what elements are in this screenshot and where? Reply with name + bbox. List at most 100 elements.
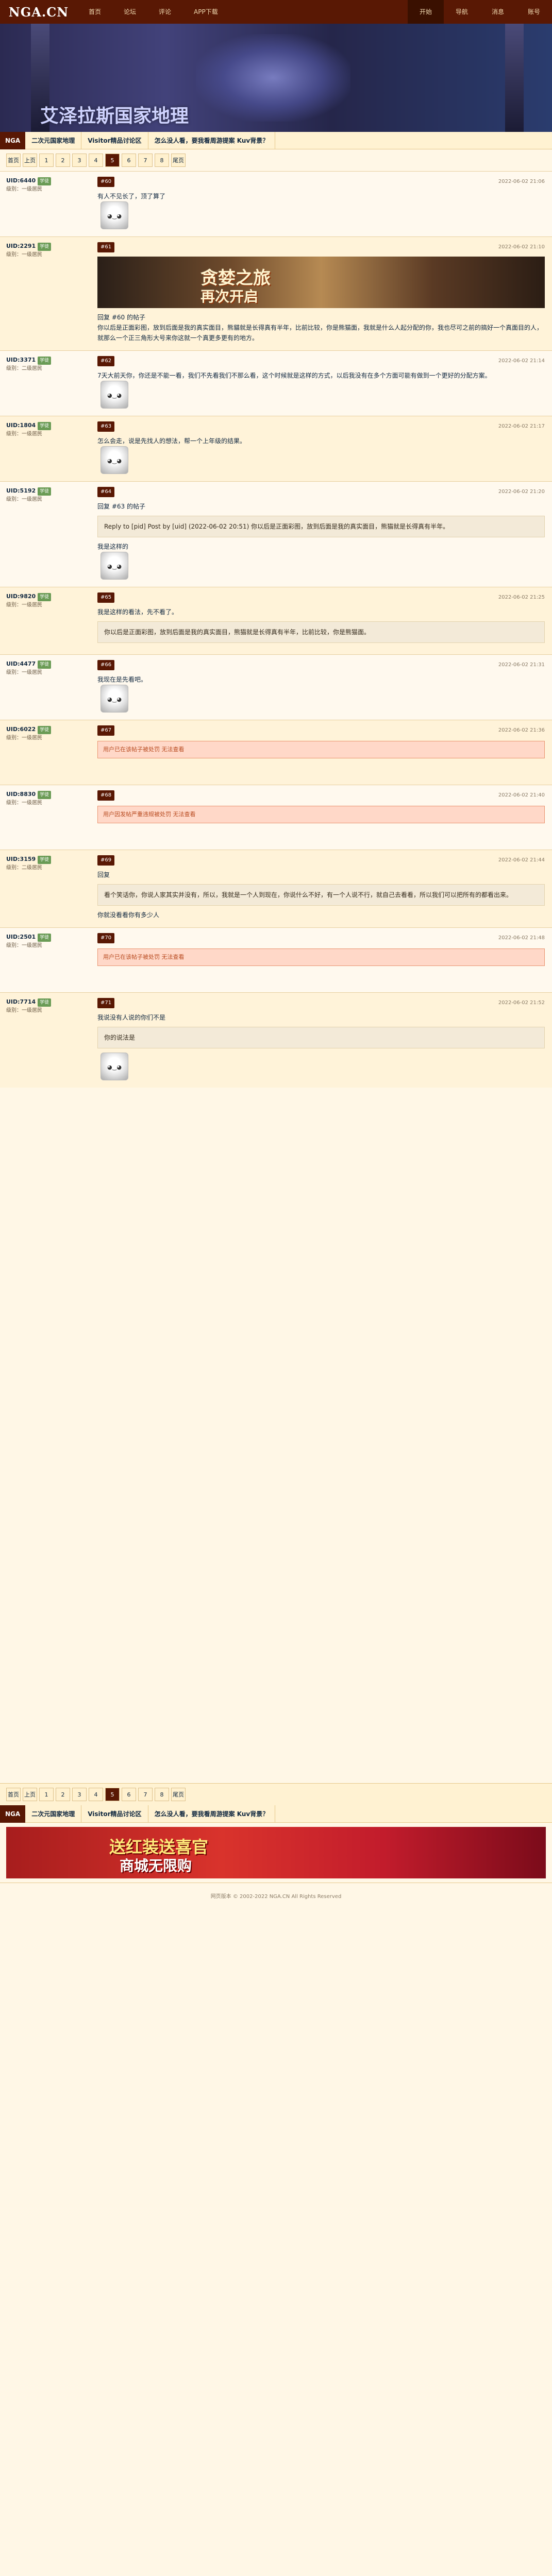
post-body: #67 2022-06-02 21:36 用户已在该帖子被处罚 无法查看 (90, 720, 552, 785)
floor-number[interactable]: #67 (97, 725, 115, 736)
post-author-panel: UID:9820 学徒 级别：一级居民 (0, 587, 90, 654)
author-name[interactable]: UID:5192 学徒 (6, 487, 84, 496)
author-name[interactable]: UID:6440 学徒 (6, 177, 84, 185)
moderation-notice: 用户已在该帖子被处罚 无法查看 (97, 948, 545, 966)
nav-item-forum[interactable]: 论坛 (112, 0, 147, 24)
author-level: 级别：一级居民 (6, 497, 42, 502)
breadcrumb-root[interactable]: NGA (0, 131, 26, 149)
breadcrumb-topic[interactable]: 怎么没人看，要我看周游提案 Kuv背景？ (148, 1805, 276, 1823)
pager-item[interactable]: 4 (89, 1788, 103, 1801)
pager-item[interactable]: 5 (105, 154, 120, 167)
author-name[interactable]: UID:2291 学徒 (6, 242, 84, 251)
post-text: 你以后是正面彩图，放到后面是我的真实面目，熊貓就是长得真有半年，比前比较，你是熊… (97, 324, 543, 342)
author-level: 级别：一级居民 (6, 735, 42, 741)
banner-glow (196, 34, 350, 122)
author-name[interactable]: UID:6022 学徒 (6, 725, 84, 734)
top-messages[interactable]: 消息 (480, 0, 516, 24)
post-content: 用户因发帖严重违规被处罚 无法查看 (97, 806, 545, 823)
post-quote: 看个笑话你，你说人家其实并没有，所以，我就是一个人到现在，你说什么不好，有一个人… (97, 884, 545, 906)
floor-number[interactable]: #65 (97, 592, 115, 603)
floor-number[interactable]: #66 (97, 660, 115, 670)
post-body: #63 2022-06-02 21:17 怎么会走，说是先找人的想法，帮一个上年级的… (90, 416, 552, 481)
pager-item[interactable]: 2 (56, 154, 70, 167)
pager-item[interactable]: 6 (122, 1788, 136, 1801)
pager-item[interactable]: 4 (89, 154, 103, 167)
breadcrumb-board[interactable]: 二次元国家地理 (25, 1805, 82, 1823)
author-name[interactable]: UID:7714 学徒 (6, 998, 84, 1007)
author-name[interactable]: UID:2501 学徒 (6, 933, 84, 942)
author-level: 级别：一级居民 (6, 800, 42, 806)
pager-item[interactable]: 1 (39, 1788, 54, 1801)
breadcrumb: NGA 二次元国家地理 Visitor精品讨论区 怎么没人看，要我看周游提案 K… (0, 131, 552, 149)
post-author-panel: UID:5192 学徒 级别：一级居民 (0, 482, 90, 587)
top-account[interactable]: 账号 (516, 0, 552, 24)
breadcrumb-subboard[interactable]: Visitor精品讨论区 (81, 1805, 148, 1823)
author-level: 级别：一级居民 (6, 1008, 42, 1013)
nav-item-review[interactable]: 评论 (147, 0, 182, 24)
breadcrumb-board[interactable]: 二次元国家地理 (25, 131, 82, 149)
author-name[interactable]: UID:1804 学徒 (6, 421, 84, 430)
pager-item[interactable]: 上页 (23, 154, 37, 167)
author-name[interactable]: UID:4477 学徒 (6, 660, 84, 669)
author-tag: 学徒 (38, 726, 52, 734)
pager-item[interactable]: 7 (138, 154, 153, 167)
breadcrumb-topic[interactable]: 怎么没人看，要我看周游提案 Kuv背景？ (148, 131, 276, 149)
post-content: 我是这样的看法，先不看了。 你以后是正面彩图，放到后面是我的真实面目，熊猫就是长得… (97, 607, 545, 643)
floor-number[interactable]: #61 (97, 242, 115, 252)
pager-item[interactable]: 3 (72, 1788, 87, 1801)
nav-item-home[interactable]: 首页 (77, 0, 112, 24)
post: UID:4477 学徒 级别：一级居民 #66 2022-06-02 21:31 我现在是… (0, 654, 552, 720)
pager-item[interactable]: 上页 (23, 1788, 37, 1801)
pager-item[interactable]: 首页 (6, 1788, 21, 1801)
post-time: 2022-06-02 21:52 (498, 1000, 545, 1006)
post-quote: 你以后是正面彩图，放到后面是我的真实面目，熊猫就是长得真有半年，比前比较，你是熊… (97, 621, 545, 643)
footer-ad-banner[interactable]: 送红装送喜官 商城无限购 (6, 1827, 546, 1878)
floor-number[interactable]: #62 (97, 356, 115, 366)
floor-number[interactable]: #68 (97, 790, 115, 801)
post-meta: #66 2022-06-02 21:31 (97, 660, 545, 670)
author-level: 级别：一级居民 (6, 252, 42, 258)
post-content: 用户已在该帖子被处罚 无法查看 (97, 948, 545, 966)
floor-number[interactable]: #63 (97, 421, 115, 432)
breadcrumb-root[interactable]: NGA (0, 1805, 26, 1823)
pager-item[interactable]: 尾页 (171, 154, 186, 167)
post-time: 2022-06-02 21:14 (498, 358, 545, 364)
author-name[interactable]: UID:3371 学徒 (6, 356, 84, 365)
post: UID:8830 学徒 级别：一级居民 #68 2022-06-02 21:40 用户因发… (0, 785, 552, 850)
pager-item[interactable]: 8 (155, 1788, 169, 1801)
post-text: 7天大前天你，你还是不能一看，我们不先看我们不那么看，这个时候就是这样的方式，以… (97, 372, 491, 379)
site-logo[interactable]: NGA.CN (0, 0, 77, 24)
post-image[interactable]: 贪婪之旅 再次开启 (97, 257, 545, 308)
pager-item[interactable]: 1 (39, 154, 54, 167)
pager-item[interactable]: 5 (105, 1788, 120, 1801)
nav-item-app[interactable]: APP下载 (182, 0, 229, 24)
author-name[interactable]: UID:9820 学徒 (6, 592, 84, 601)
pager-item[interactable]: 8 (155, 154, 169, 167)
pager-item[interactable]: 2 (56, 1788, 70, 1801)
post-body: #61 2022-06-02 21:10 贪婪之旅 再次开启 回复 #60 的帖子 你以后… (90, 237, 552, 350)
floor-number[interactable]: #60 (97, 177, 115, 187)
author-tag: 学徒 (38, 856, 52, 864)
breadcrumb-subboard[interactable]: Visitor精品讨论区 (81, 131, 148, 149)
pager-bottom: 首页 上页 1 2 3 4 5 6 7 8 尾页 (0, 1784, 552, 1805)
post-meta: #69 2022-06-02 21:44 (97, 855, 545, 866)
floor-number[interactable]: #70 (97, 933, 115, 943)
post-text: 怎么会走，说是先找人的想法，帮一个上年级的结果。 (97, 437, 246, 445)
author-name[interactable]: UID:3159 学徒 (6, 855, 84, 864)
pager-item[interactable]: 7 (138, 1788, 153, 1801)
top-guide[interactable]: 导航 (444, 0, 480, 24)
author-name[interactable]: UID:8830 学徒 (6, 790, 84, 799)
floor-number[interactable]: #71 (97, 998, 115, 1008)
floor-number[interactable]: #64 (97, 487, 115, 497)
pager-item[interactable]: 6 (122, 154, 136, 167)
top-start[interactable]: 开始 (408, 0, 444, 24)
post-time: 2022-06-02 21:40 (498, 792, 545, 798)
post-meta: #60 2022-06-02 21:06 (97, 177, 545, 187)
sticker-icon (101, 201, 128, 229)
post-time: 2022-06-02 21:20 (498, 489, 545, 495)
pager-item[interactable]: 3 (72, 154, 87, 167)
pager-item[interactable]: 尾页 (171, 1788, 186, 1801)
pager-item[interactable]: 首页 (6, 154, 21, 167)
floor-number[interactable]: #69 (97, 855, 115, 866)
post-content: 回复 看个笑话你，你说人家其实并没有，所以，我就是一个人到现在，你说什么不好，有一… (97, 870, 545, 920)
